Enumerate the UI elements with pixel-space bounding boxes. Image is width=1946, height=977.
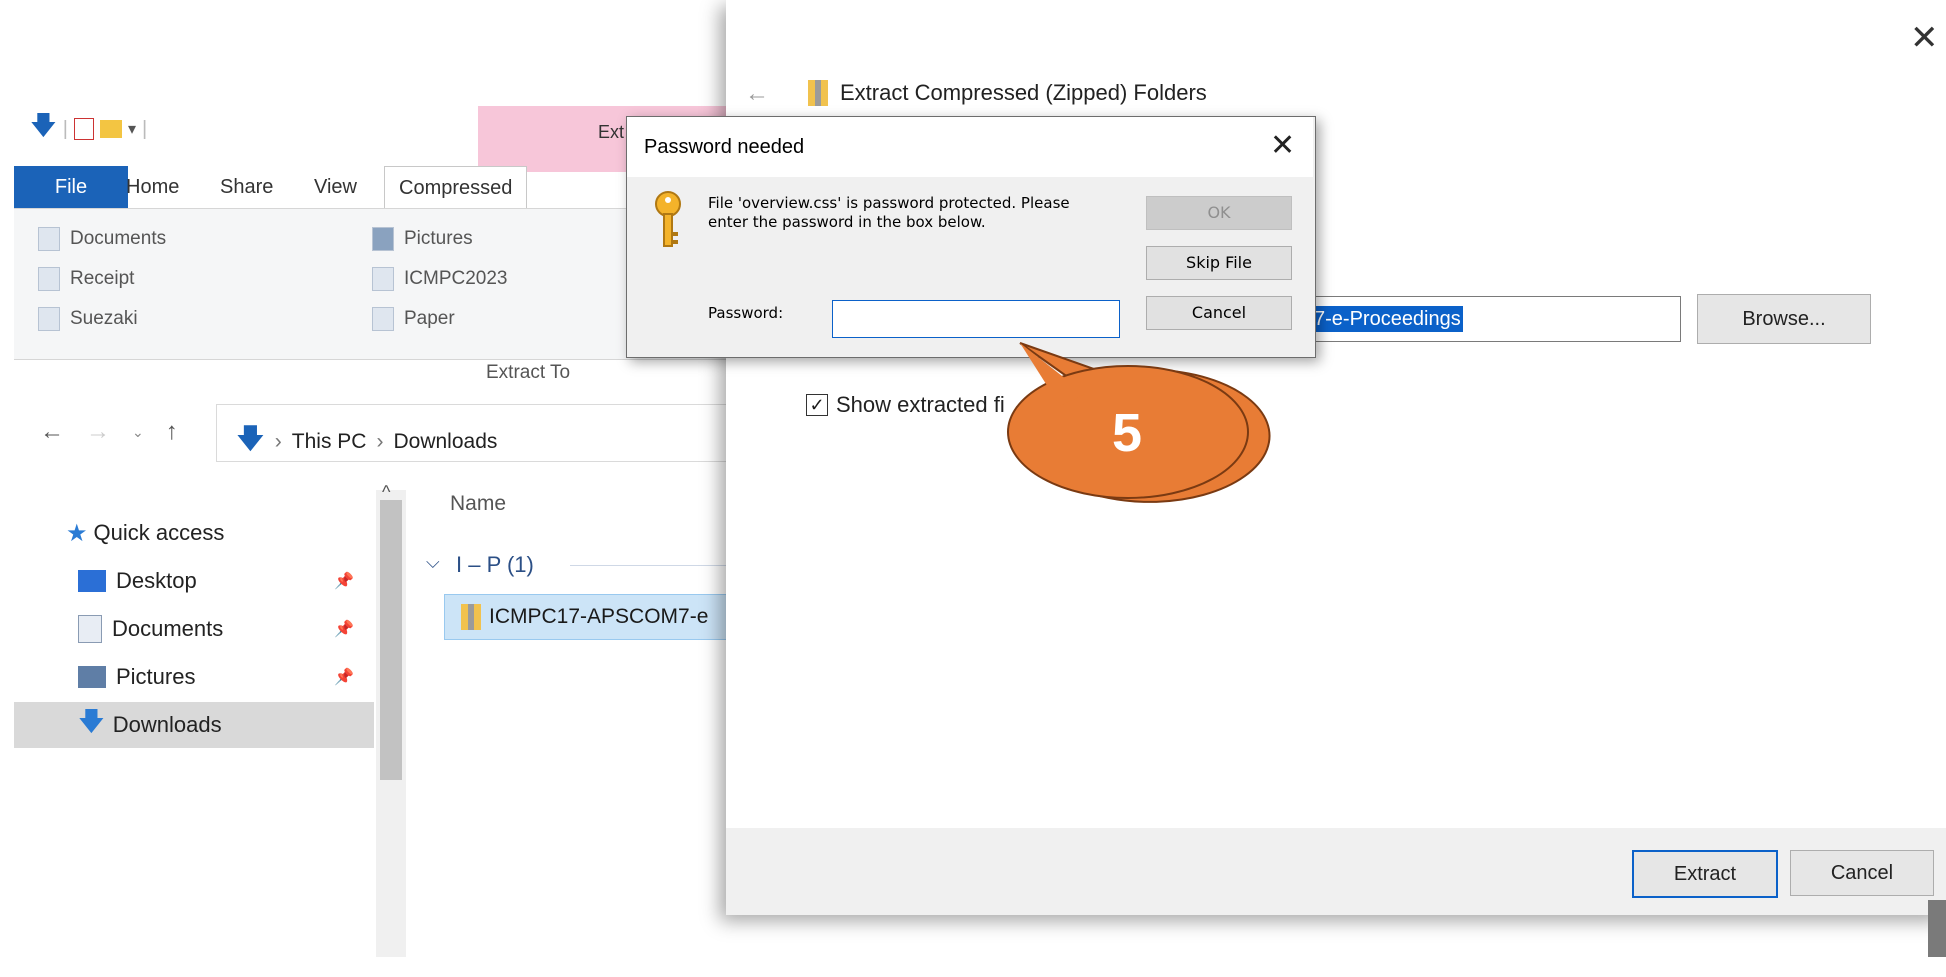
breadcrumb-sep: › <box>274 430 282 453</box>
nav-downloads[interactable]: 🡇 Downloads <box>14 702 374 748</box>
cancel-button[interactable]: Cancel <box>1790 850 1934 896</box>
browse-button[interactable]: Browse... <box>1697 294 1871 344</box>
customize-qat-icon[interactable]: ▾ <box>128 119 136 139</box>
password-dialog-title: Password needed <box>644 136 805 158</box>
skip-file-button[interactable]: Skip File <box>1146 246 1292 280</box>
breadcrumb-this-pc[interactable]: This PC <box>292 430 367 454</box>
ribbon-item-label: Pictures <box>404 228 473 249</box>
ribbon-group-label: Extract To <box>486 362 571 383</box>
ribbon-item-label: Suezaki <box>70 308 138 329</box>
documents-icon <box>78 615 102 643</box>
extract-to-documents[interactable]: Documents <box>38 227 166 251</box>
download-arrow-icon[interactable]: 🡇 <box>30 107 57 151</box>
documents-icon <box>38 227 60 251</box>
ribbon-item-label: Receipt <box>70 268 135 289</box>
desktop-icon <box>78 570 106 592</box>
pin-icon[interactable]: 📌 <box>334 619 354 639</box>
group-header[interactable]: I – P (1) <box>456 552 534 578</box>
breadcrumb-sep: › <box>376 430 384 453</box>
close-icon[interactable]: ✕ <box>1270 128 1295 163</box>
pin-icon[interactable]: 📌 <box>334 571 354 591</box>
file-name: ICMPC17-APSCOM7-e <box>489 605 709 628</box>
tab-file[interactable]: File <box>14 166 128 208</box>
show-extracted-checkbox[interactable]: ✓ <box>806 394 828 416</box>
extract-to-receipt[interactable]: Receipt <box>38 267 134 291</box>
downloads-arrow-icon: 🡇 <box>78 706 105 736</box>
tab-compressed[interactable]: Compressed <box>384 166 528 210</box>
extract-to-suezaki[interactable]: Suezaki <box>38 307 138 331</box>
tab-view[interactable]: View <box>314 166 357 208</box>
destination-path-selected-text: 7-e-Proceedings <box>1312 306 1463 332</box>
recent-locations-icon[interactable]: ⌄ <box>132 424 144 441</box>
breadcrumb-downloads[interactable]: Downloads <box>393 430 497 454</box>
back-arrow-icon[interactable]: ← <box>745 80 769 108</box>
separator: | <box>141 117 148 140</box>
scroll-up-icon[interactable]: ^ <box>382 482 390 503</box>
tab-home[interactable]: Home <box>126 166 179 208</box>
password-label: Password: <box>708 304 784 322</box>
key-icon <box>655 191 681 247</box>
zip-folder-icon <box>461 604 481 630</box>
password-input[interactable] <box>832 300 1120 338</box>
downloads-arrow-icon: 🡇 <box>236 423 265 454</box>
password-message: File 'overview.css' is password protecte… <box>708 194 1070 231</box>
breadcrumb: 🡇 › This PC › Downloads <box>236 418 497 466</box>
nav-documents[interactable]: Documents 📌 <box>14 606 374 652</box>
extract-to-paper[interactable]: Paper <box>372 307 455 331</box>
ribbon-item-label: Paper <box>404 308 455 329</box>
nav-label: Desktop <box>116 568 197 593</box>
zip-folder-icon <box>808 80 828 106</box>
nav-buttons: ← → ⌄ ↑ <box>40 418 178 446</box>
ribbon-item-label: ICMPC2023 <box>404 268 508 289</box>
background-window-edge <box>1928 900 1946 957</box>
ribbon-item-label: Documents <box>70 228 167 249</box>
nav-quick-access[interactable]: ★ Quick access <box>14 510 374 556</box>
navigation-pane: ★ Quick access Desktop 📌 Documents 📌 Pic… <box>14 510 374 977</box>
nav-label: Quick access <box>93 520 225 545</box>
nav-desktop[interactable]: Desktop 📌 <box>14 558 374 604</box>
quick-access-toolbar: 🡇 | ▾ | <box>30 110 148 144</box>
extract-to-icmpc2023[interactable]: ICMPC2023 <box>372 267 508 291</box>
nav-label: Downloads <box>112 712 222 737</box>
close-icon[interactable]: ✕ <box>1910 18 1939 58</box>
forward-arrow-icon[interactable]: → <box>86 418 110 446</box>
pictures-icon <box>372 227 394 251</box>
pin-icon[interactable]: 📌 <box>334 667 354 687</box>
callout-number: 5 <box>1112 403 1143 463</box>
new-folder-icon[interactable] <box>99 120 122 138</box>
nav-pictures[interactable]: Pictures 📌 <box>14 654 374 700</box>
separator: | <box>62 117 68 140</box>
nav-label: Documents <box>112 616 224 641</box>
folder-icon <box>372 267 394 291</box>
wizard-title-text: Extract Compressed (Zipped) Folders <box>840 80 1207 105</box>
folder-icon <box>372 307 394 331</box>
tab-share[interactable]: Share <box>220 166 273 208</box>
scrollbar-thumb[interactable] <box>380 500 402 780</box>
nav-label: Pictures <box>116 664 196 689</box>
context-tab-label: Ext <box>598 122 625 142</box>
folder-icon <box>38 267 60 291</box>
extract-to-pictures[interactable]: Pictures <box>372 227 473 251</box>
up-arrow-icon[interactable]: ↑ <box>166 418 178 446</box>
pictures-icon <box>78 666 106 688</box>
show-extracted-label: Show extracted fi <box>836 392 1005 417</box>
column-header-name[interactable]: Name <box>450 492 506 516</box>
folder-icon <box>38 307 60 331</box>
back-arrow-icon[interactable]: ← <box>40 418 64 446</box>
password-cancel-button[interactable]: Cancel <box>1146 296 1292 330</box>
group-divider <box>570 565 740 566</box>
star-icon: ★ <box>66 519 88 547</box>
wizard-title: Extract Compressed (Zipped) Folders <box>808 80 1207 106</box>
collapse-chevron-icon[interactable]: ⌵ <box>426 552 440 573</box>
ok-button[interactable]: OK <box>1146 196 1292 230</box>
extract-button[interactable]: Extract <box>1632 850 1778 898</box>
file-row-selected[interactable]: ICMPC17-APSCOM7-e <box>444 594 742 640</box>
properties-icon[interactable] <box>73 118 94 140</box>
